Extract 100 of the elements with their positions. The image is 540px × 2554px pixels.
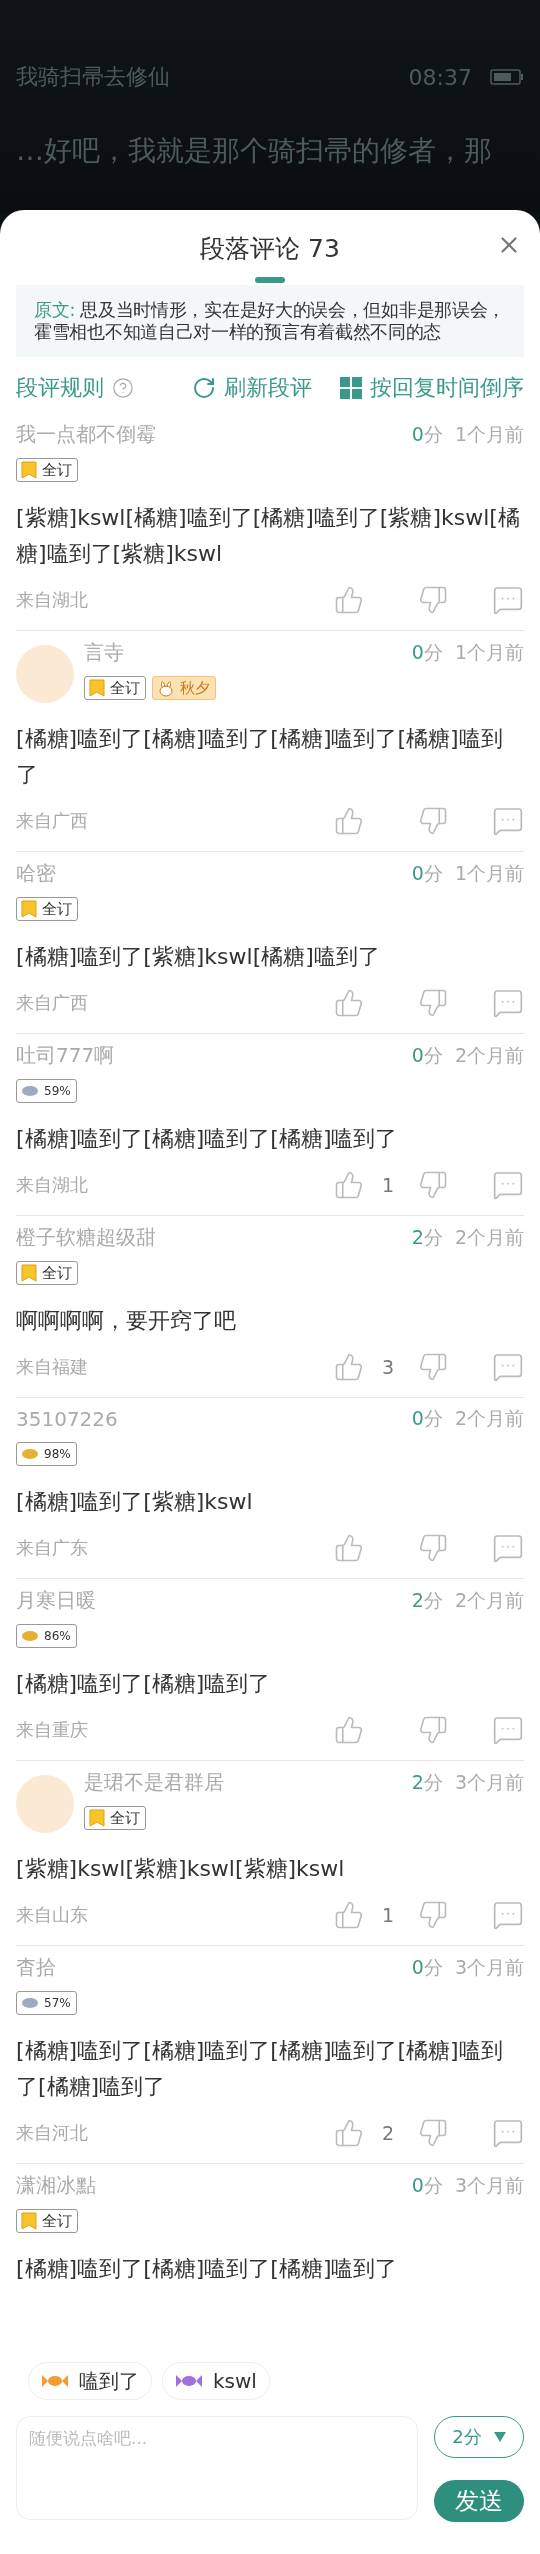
comment-time: 1个月前: [454, 639, 524, 665]
score-select[interactable]: 2分: [434, 2416, 524, 2458]
help-icon: [112, 377, 134, 399]
comment-time: 3个月前: [454, 1954, 524, 1980]
fan-level-badge: 57%: [16, 1991, 77, 2015]
comment-time: 2个月前: [454, 1042, 524, 1068]
comment-time: 1个月前: [454, 421, 524, 447]
username[interactable]: 潇湘冰點: [16, 2172, 412, 2199]
username[interactable]: 35107226: [16, 1407, 412, 1431]
username[interactable]: 月寒日暖: [16, 1587, 412, 1614]
username[interactable]: 言寺: [84, 639, 412, 666]
comment-score: 2分: [411, 1769, 443, 1795]
fan-level-badge: 59%: [16, 1079, 77, 1103]
thumbs-down-icon[interactable]: [418, 1170, 448, 1200]
subscriber-badge: 全订: [84, 1806, 146, 1830]
comment-location: 来自湖北: [16, 1173, 89, 1197]
reply-icon[interactable]: [492, 805, 524, 837]
comment-text: [橘糖]嗑到了[橘糖]嗑到了[橘糖]嗑到了: [16, 1125, 399, 1153]
thumbs-up-icon[interactable]: [334, 585, 364, 615]
book-title: 我骑扫帚去修仙: [16, 63, 170, 91]
comment-location: 来自福建: [16, 1355, 89, 1379]
username[interactable]: 杳拾: [16, 1954, 412, 1981]
sheet-title: 段落评论 73: [200, 233, 340, 265]
comment-location: 来自重庆: [16, 1718, 89, 1742]
comment-location: 来自河北: [16, 2121, 89, 2145]
reply-icon[interactable]: [492, 2117, 524, 2149]
subscriber-badge: 全订: [16, 2209, 78, 2233]
comment-text: [橘糖]嗑到了[紫糖]kswl[橘糖]嗑到了: [16, 943, 381, 971]
comment-text: [橘糖]嗑到了[橘糖]嗑到了[橘糖]嗑到了[橘糖]嗑到了: [16, 725, 504, 789]
quoted-paragraph: 原文: 思及当时情形，实在是好大的误会，但如非是那误会，霍雪相也不知道自己对一样的预言有着截然不同的态: [16, 285, 524, 357]
comment-time: 3个月前: [454, 1769, 524, 1795]
bookmark-icon: [89, 679, 105, 697]
reply-icon[interactable]: [492, 1899, 524, 1931]
comment-score: 0分: [411, 421, 443, 447]
caret-icon: [493, 2432, 506, 2442]
thumbs-down-icon[interactable]: [418, 1352, 448, 1382]
thumbs-down-icon[interactable]: [418, 1900, 448, 1930]
bookmark-icon: [89, 1809, 105, 1827]
username[interactable]: 哈密: [16, 860, 412, 887]
comment-location: 来自广西: [16, 991, 89, 1015]
username[interactable]: 橙子软糖超级甜: [16, 1224, 412, 1251]
clock-time: 08:37: [408, 64, 472, 90]
thumbs-up-icon[interactable]: [334, 988, 364, 1018]
bookmark-icon: [21, 1264, 37, 1282]
reply-icon[interactable]: [492, 987, 524, 1019]
username[interactable]: 吐司777啊: [16, 1042, 412, 1069]
thumbs-down-icon[interactable]: [418, 1715, 448, 1745]
comment-location: 来自山东: [16, 1903, 89, 1927]
bookmark-icon: [21, 2212, 37, 2230]
comment-score: 0分: [411, 1406, 443, 1431]
sticker-chip[interactable]: 嗑到了: [28, 2362, 152, 2400]
thumbs-down-icon[interactable]: [418, 585, 448, 615]
username[interactable]: 是珺不是君群居: [84, 1769, 412, 1796]
drag-handle[interactable]: [255, 277, 285, 283]
sticker-chip[interactable]: kswl: [162, 2362, 270, 2400]
thumbs-up-icon[interactable]: [334, 1533, 364, 1563]
send-button[interactable]: 发送: [434, 2480, 524, 2522]
thumbs-up-icon[interactable]: [334, 2118, 364, 2148]
comment-time: 2个月前: [454, 1224, 524, 1250]
thumbs-down-icon[interactable]: [418, 2118, 448, 2148]
bookmark-icon: [21, 461, 37, 479]
comment-input[interactable]: 随便说点啥吧...: [16, 2416, 418, 2520]
rabbit-icon: [157, 679, 175, 697]
comment-score: 2分: [411, 1224, 443, 1250]
reply-icon[interactable]: [492, 1351, 524, 1383]
comment-location: 来自广西: [16, 809, 89, 833]
subscriber-badge: 全订: [16, 897, 78, 921]
refresh-button[interactable]: 刷新段评: [192, 373, 312, 403]
comment-score: 0分: [411, 860, 443, 886]
comment-text: [橘糖]嗑到了[紫糖]kswl: [16, 1488, 254, 1516]
fan-badge: 秋夕: [152, 676, 216, 700]
comment-score: 2分: [411, 1587, 443, 1613]
thumbs-up-icon[interactable]: [334, 1715, 364, 1745]
username[interactable]: 我一点都不倒霉: [16, 421, 412, 448]
reply-icon[interactable]: [492, 584, 524, 616]
comment-text: [紫糖]kswl[紫糖]kswl[紫糖]kswl: [16, 1855, 346, 1883]
rules-link[interactable]: 段评规则: [16, 373, 134, 403]
comment-score: 0分: [411, 1954, 443, 1980]
reply-icon[interactable]: [492, 1714, 524, 1746]
comment-score: 0分: [411, 639, 443, 665]
thumbs-down-icon[interactable]: [418, 988, 448, 1018]
thumbs-down-icon[interactable]: [418, 806, 448, 836]
thumbs-down-icon[interactable]: [418, 1533, 448, 1563]
battery-icon: [490, 69, 524, 85]
thumbs-up-icon[interactable]: [334, 1900, 364, 1930]
sort-button[interactable]: 按回复时间倒序: [340, 373, 524, 403]
comment-time: 2个月前: [454, 1406, 524, 1431]
reply-icon[interactable]: [492, 1169, 524, 1201]
comment-text: 啊啊啊啊，要开窍了吧: [16, 1307, 237, 1335]
grid-icon: [340, 377, 362, 399]
comment-time: 3个月前: [454, 2172, 524, 2198]
reply-icon[interactable]: [492, 1532, 524, 1564]
thumbs-up-icon[interactable]: [334, 1170, 364, 1200]
like-count: 3: [382, 1356, 394, 1378]
comment-text: [橘糖]嗑到了[橘糖]嗑到了[橘糖]嗑到了[橘糖]嗑到了[橘糖]嗑到了: [16, 2037, 504, 2101]
like-count: 1: [382, 1174, 394, 1196]
thumbs-up-icon[interactable]: [334, 1352, 364, 1382]
thumbs-up-icon[interactable]: [334, 806, 364, 836]
comment-score: 0分: [411, 2172, 443, 2198]
comment-location: 来自广东: [16, 1536, 89, 1560]
